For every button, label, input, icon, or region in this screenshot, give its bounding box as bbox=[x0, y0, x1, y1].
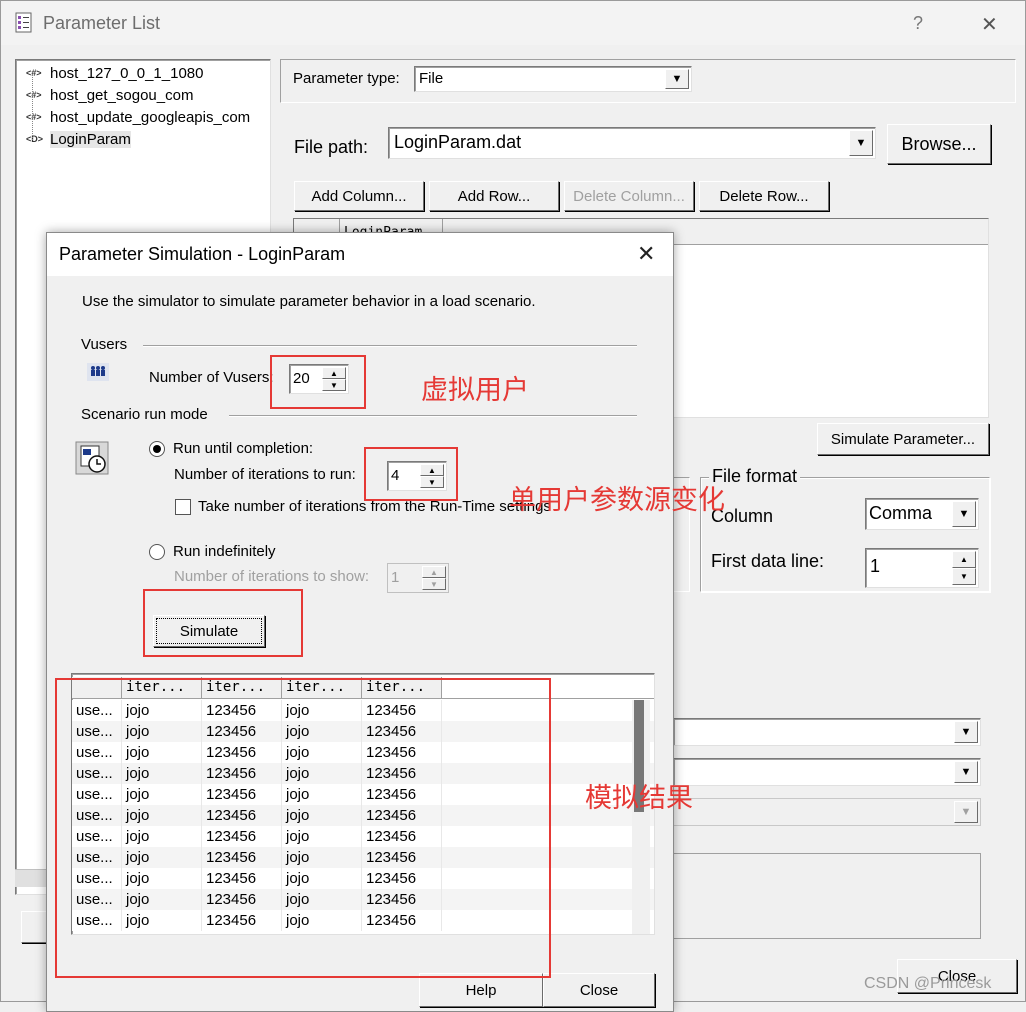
scenario-divider bbox=[229, 415, 637, 417]
parameter-icon: <#> bbox=[26, 68, 42, 78]
tree-item[interactable]: <#> host_update_googleapis_com bbox=[26, 106, 254, 128]
lower-select-3-disabled: ▼ bbox=[673, 798, 981, 826]
tree-item[interactable]: <#> host_127_0_0_1_1080 bbox=[26, 62, 204, 84]
tree-item-label: host_update_googleapis_com bbox=[50, 108, 251, 126]
add-row-button[interactable]: Add Row... bbox=[429, 181, 559, 211]
file-path-label: File path: bbox=[294, 137, 369, 157]
tree-connector-line bbox=[32, 74, 33, 140]
lower-select-1[interactable]: ▼ bbox=[673, 718, 981, 746]
results-annotation: 模拟结果 bbox=[585, 783, 693, 814]
scenario-section-label: Scenario run mode bbox=[81, 406, 208, 423]
spin-up-icon[interactable]: ▲ bbox=[952, 551, 976, 568]
spin-buttons: ▲ ▼ bbox=[422, 566, 446, 590]
chevron-down-icon: ▼ bbox=[954, 801, 978, 823]
iterations-highlight-box bbox=[364, 447, 458, 501]
take-runtime-checkbox[interactable] bbox=[175, 499, 191, 515]
spin-buttons[interactable]: ▲ ▼ bbox=[952, 551, 976, 585]
vusers-count-label: Number of Vusers: bbox=[149, 369, 274, 386]
run-until-completion-label: Run until completion: bbox=[173, 440, 314, 457]
delete-column-button[interactable]: Delete Column... bbox=[564, 181, 694, 211]
tree-item[interactable]: <#> host_get_sogou_com bbox=[26, 84, 193, 106]
column-delimiter-value: Comma bbox=[869, 503, 933, 523]
simulate-parameter-button[interactable]: Simulate Parameter... bbox=[817, 423, 989, 455]
vertical-scrollbar[interactable] bbox=[632, 700, 650, 934]
outer-close-icon[interactable]: ✕ bbox=[981, 12, 998, 37]
parameter-type-value: File bbox=[419, 70, 444, 87]
column-delimiter-select[interactable]: Comma ▼ bbox=[865, 498, 979, 530]
lower-group-box bbox=[673, 853, 981, 939]
parameter-type-select[interactable]: File ▼ bbox=[414, 66, 692, 92]
outer-window-title: Parameter List bbox=[43, 13, 161, 33]
first-data-line-label: First data line: bbox=[711, 551, 825, 571]
parameter-icon: <#> bbox=[26, 112, 42, 122]
delete-row-button[interactable]: Delete Row... bbox=[699, 181, 829, 211]
dialog-close-icon[interactable]: ✕ bbox=[637, 241, 655, 267]
tree-item-selected[interactable]: <D> LoginParam bbox=[26, 128, 131, 150]
chevron-down-icon[interactable]: ▼ bbox=[954, 721, 978, 743]
chevron-down-icon[interactable]: ▼ bbox=[952, 501, 976, 527]
left-scrollbar-fragment bbox=[15, 869, 47, 887]
radio-dot bbox=[153, 445, 161, 453]
dialog-title-bar: Parameter Simulation - LoginParam ✕ bbox=[47, 233, 673, 276]
iterations-annotation: 单用户参数源变化 bbox=[509, 485, 725, 516]
outer-button-fragment[interactable] bbox=[21, 911, 49, 943]
tree-item-label: LoginParam bbox=[50, 130, 131, 148]
dialog-title: Parameter Simulation - LoginParam bbox=[59, 244, 346, 264]
spin-down-icon[interactable]: ▼ bbox=[952, 568, 976, 585]
chevron-down-icon[interactable]: ▼ bbox=[665, 69, 689, 89]
iterations-to-show-value: 1 bbox=[391, 569, 400, 586]
chevron-down-icon[interactable]: ▼ bbox=[954, 761, 978, 783]
spin-down-icon: ▼ bbox=[422, 578, 446, 590]
lower-select-2[interactable]: ▼ bbox=[673, 758, 981, 786]
parameter-icon: <#> bbox=[26, 90, 42, 100]
vusers-icon bbox=[87, 363, 109, 381]
vusers-divider bbox=[143, 345, 637, 347]
chevron-down-icon[interactable]: ▼ bbox=[849, 130, 873, 156]
simulate-highlight-box bbox=[143, 589, 303, 657]
file-parameter-icon: <D> bbox=[26, 134, 44, 144]
outer-title-bar: Parameter List ? ✕ bbox=[1, 1, 1025, 45]
watermark: CSDN @Princesk bbox=[864, 975, 992, 992]
file-format-group: File format Column Comma ▼ First data li… bbox=[700, 466, 990, 592]
browse-button[interactable]: Browse... bbox=[887, 124, 991, 164]
iterations-label: Number of iterations to run: bbox=[174, 466, 356, 483]
run-until-completion-radio[interactable] bbox=[149, 441, 165, 457]
spin-up-icon: ▲ bbox=[422, 566, 446, 578]
help-icon[interactable]: ? bbox=[913, 13, 923, 34]
file-path-combo[interactable]: LoginParam.dat ▼ bbox=[388, 127, 876, 159]
add-column-button[interactable]: Add Column... bbox=[294, 181, 424, 211]
first-data-line-stepper[interactable]: 1 ▲ ▼ bbox=[865, 548, 979, 588]
vusers-annotation: 虚拟用户 bbox=[421, 375, 529, 406]
dialog-description: Use the simulator to simulate parameter … bbox=[82, 293, 536, 310]
scenario-icon bbox=[75, 441, 109, 475]
parameter-type-panel: Parameter type: File ▼ bbox=[280, 59, 1016, 103]
parameter-type-label: Parameter type: bbox=[293, 70, 400, 87]
file-path-value: LoginParam.dat bbox=[394, 132, 522, 152]
vusers-highlight-box bbox=[270, 355, 366, 409]
parameter-list-app-icon bbox=[15, 12, 33, 34]
tree-item-label: host_127_0_0_1_1080 bbox=[50, 64, 204, 82]
results-highlight-box bbox=[55, 678, 551, 978]
iterations-to-show-label: Number of iterations to show: bbox=[174, 568, 370, 585]
run-indefinitely-radio[interactable] bbox=[149, 544, 165, 560]
tree-item-label: host_get_sogou_com bbox=[50, 86, 194, 104]
iterations-to-show-stepper: 1 ▲ ▼ bbox=[387, 563, 449, 593]
first-data-line-value: 1 bbox=[870, 556, 881, 576]
vusers-section-label: Vusers bbox=[81, 336, 128, 353]
run-indefinitely-label: Run indefinitely bbox=[173, 543, 276, 560]
